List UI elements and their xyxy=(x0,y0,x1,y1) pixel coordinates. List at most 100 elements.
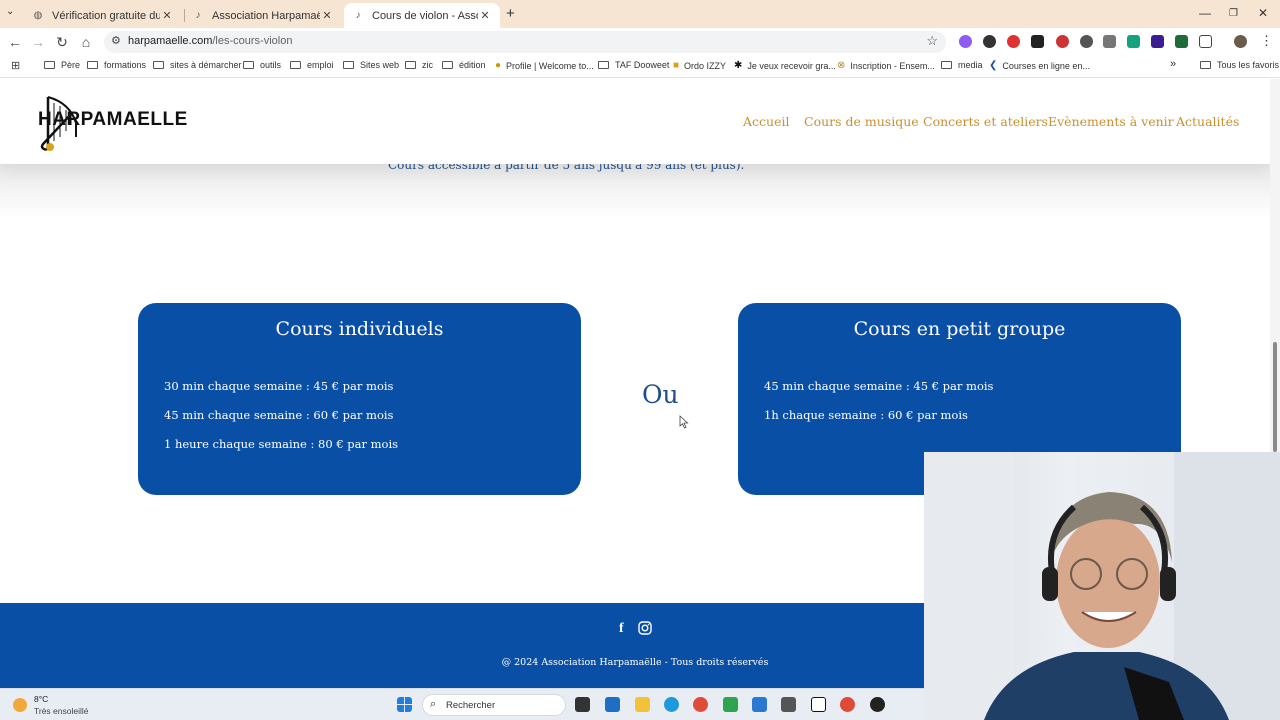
ordo-icon: ■ xyxy=(673,60,680,71)
restore-icon[interactable]: ❐ xyxy=(1229,8,1238,19)
folder-icon xyxy=(442,61,453,69)
logo-text[interactable]: HARPAMAELLE xyxy=(38,109,188,131)
bookmark-label: Sites web xyxy=(360,60,400,70)
extension-icon[interactable] xyxy=(959,35,972,48)
price-line: 1 heure chaque semaine : 80 € par mois xyxy=(164,437,399,451)
sun-weather-icon[interactable] xyxy=(13,698,27,712)
bookmark-item[interactable]: ⊗ Inscription - Ensem... xyxy=(837,60,935,71)
nav-accueil[interactable]: Accueil xyxy=(743,114,789,129)
bookmark-label: sites à démarcher xyxy=(170,60,242,70)
folder-icon xyxy=(87,61,98,69)
folder-icon xyxy=(44,61,55,69)
globe-icon: ◍ xyxy=(33,10,43,21)
extension-icon[interactable] xyxy=(1151,35,1164,48)
extension-icon[interactable] xyxy=(1175,35,1188,48)
site-info-icon[interactable]: ⚙ xyxy=(111,34,121,47)
extension-icon[interactable] xyxy=(1127,35,1140,48)
bookmark-star-icon[interactable]: ☆ xyxy=(926,33,938,49)
bookmark-item[interactable]: ● Profile | Welcome to... xyxy=(495,60,594,71)
taskbar-search-input[interactable]: ⌕ Rechercher xyxy=(422,694,566,716)
bookmark-item[interactable]: zic xyxy=(405,60,433,70)
bookmark-label: Ordo IZZY xyxy=(684,60,727,71)
back-arrow-icon[interactable]: ← xyxy=(7,34,23,50)
apps-grid-icon[interactable]: ⊞ xyxy=(11,59,20,72)
folder-icon xyxy=(405,61,416,69)
forward-arrow-icon[interactable]: → xyxy=(30,34,46,50)
bookmark-item[interactable]: media xyxy=(941,60,983,70)
all-bookmarks-item[interactable]: Tous les favoris xyxy=(1200,60,1279,70)
more-bookmarks-chevron-icon[interactable]: » xyxy=(1170,58,1176,70)
extension-icon[interactable] xyxy=(1031,35,1044,48)
bookmark-item[interactable]: emploi xyxy=(290,60,334,70)
extension-icon[interactable] xyxy=(1056,35,1069,48)
bookmark-label: Je veux recevoir gra... xyxy=(747,60,836,71)
address-bar[interactable]: ⚙ harpamaelle.com/les-cours-violon ☆ xyxy=(104,31,946,53)
extension-icon[interactable] xyxy=(983,35,996,48)
windows-start-icon[interactable] xyxy=(397,697,412,712)
instagram-icon[interactable] xyxy=(638,621,652,635)
nav-evenements[interactable]: Evènements à venir xyxy=(1048,114,1174,129)
bookmark-item[interactable]: ❮ Courses en ligne en... xyxy=(989,60,1090,71)
bookmark-item[interactable]: sites à démarcher xyxy=(153,60,242,70)
bookmark-item[interactable]: ✱ Je veux recevoir gra... xyxy=(734,60,836,71)
extension-icon[interactable] xyxy=(1103,35,1116,48)
minimize-icon[interactable]: — xyxy=(1199,6,1211,20)
presenter-video xyxy=(924,452,1280,720)
bookmark-item[interactable]: édition xyxy=(442,60,486,70)
bookmark-label: Profile | Welcome to... xyxy=(506,60,594,71)
close-tab-icon[interactable]: ✕ xyxy=(478,9,492,22)
bookmark-label: Courses en ligne en... xyxy=(1002,60,1090,71)
bookmark-item[interactable]: formations xyxy=(87,60,146,70)
app-icon[interactable] xyxy=(752,697,767,712)
star-burst-icon: ✱ xyxy=(734,60,743,71)
chrome-icon[interactable] xyxy=(693,697,708,712)
store-icon[interactable] xyxy=(605,697,620,712)
extension-icon[interactable] xyxy=(1080,35,1093,48)
file-explorer-icon[interactable] xyxy=(635,697,650,712)
price-line: 1h chaque semaine : 60 € par mois xyxy=(764,408,968,422)
bookmark-item[interactable]: outils xyxy=(243,60,281,70)
bookmark-item[interactable]: ■ Ordo IZZY xyxy=(673,60,726,71)
card-title: Cours individuels xyxy=(275,318,444,340)
close-tab-icon[interactable]: ✕ xyxy=(160,9,174,22)
app-icon[interactable] xyxy=(781,697,796,712)
weather-temperature[interactable]: 8°C xyxy=(34,694,48,704)
weather-description[interactable]: Très ensoleillé xyxy=(34,706,89,716)
extension-icon[interactable] xyxy=(1007,35,1020,48)
app-icon[interactable] xyxy=(870,697,885,712)
tab-cours-violon[interactable]: ♪ Cours de violon - Association H ✕ xyxy=(344,3,500,28)
app-icon[interactable] xyxy=(723,697,738,712)
new-tab-button[interactable]: + xyxy=(506,5,515,22)
nav-actualites[interactable]: Actualités xyxy=(1176,114,1239,129)
scrollbar-thumb[interactable] xyxy=(1273,342,1277,452)
nav-cours-de-musique[interactable]: Cours de musique xyxy=(804,114,919,129)
edge-icon[interactable] xyxy=(664,697,679,712)
harp-favicon-icon: ♪ xyxy=(195,10,201,21)
folder-icon xyxy=(290,61,301,69)
home-icon[interactable]: ⌂ xyxy=(78,34,94,50)
bookmark-item[interactable]: Sites web xyxy=(343,60,399,70)
task-view-icon[interactable] xyxy=(575,697,590,712)
chrome-active-icon[interactable] xyxy=(840,697,855,712)
tab-title: Cours de violon - Association H xyxy=(372,9,478,22)
separator-ou: Ou xyxy=(642,380,679,409)
close-window-icon[interactable]: ✕ xyxy=(1258,6,1268,20)
facebook-icon[interactable]: f xyxy=(619,621,624,637)
tab-verification[interactable]: ◍ Vérification gratuite du classem ✕ xyxy=(24,3,182,28)
folder-icon xyxy=(153,61,164,69)
bookmark-item[interactable]: Père xyxy=(44,60,80,70)
more-menu-icon[interactable]: ⋮ xyxy=(1260,33,1273,49)
nav-concerts-ateliers[interactable]: Concerts et ateliers xyxy=(923,114,1048,129)
tab-search-button[interactable]: ⌄ xyxy=(6,6,14,17)
notion-icon[interactable] xyxy=(811,697,826,712)
folder-icon xyxy=(1200,61,1211,69)
bookmark-label: media xyxy=(958,60,983,70)
reload-icon[interactable]: ↻ xyxy=(54,34,70,51)
profile-avatar[interactable] xyxy=(1234,35,1247,48)
mouse-cursor-icon xyxy=(679,415,689,429)
puzzle-extensions-icon[interactable] xyxy=(1199,35,1212,48)
bookmark-item[interactable]: TAF Dooweet xyxy=(598,60,669,70)
bookmark-label: Inscription - Ensem... xyxy=(850,60,935,71)
tab-association[interactable]: ♪ Association Harpamaëlle - ✕ xyxy=(184,3,342,28)
close-tab-icon[interactable]: ✕ xyxy=(320,9,334,22)
